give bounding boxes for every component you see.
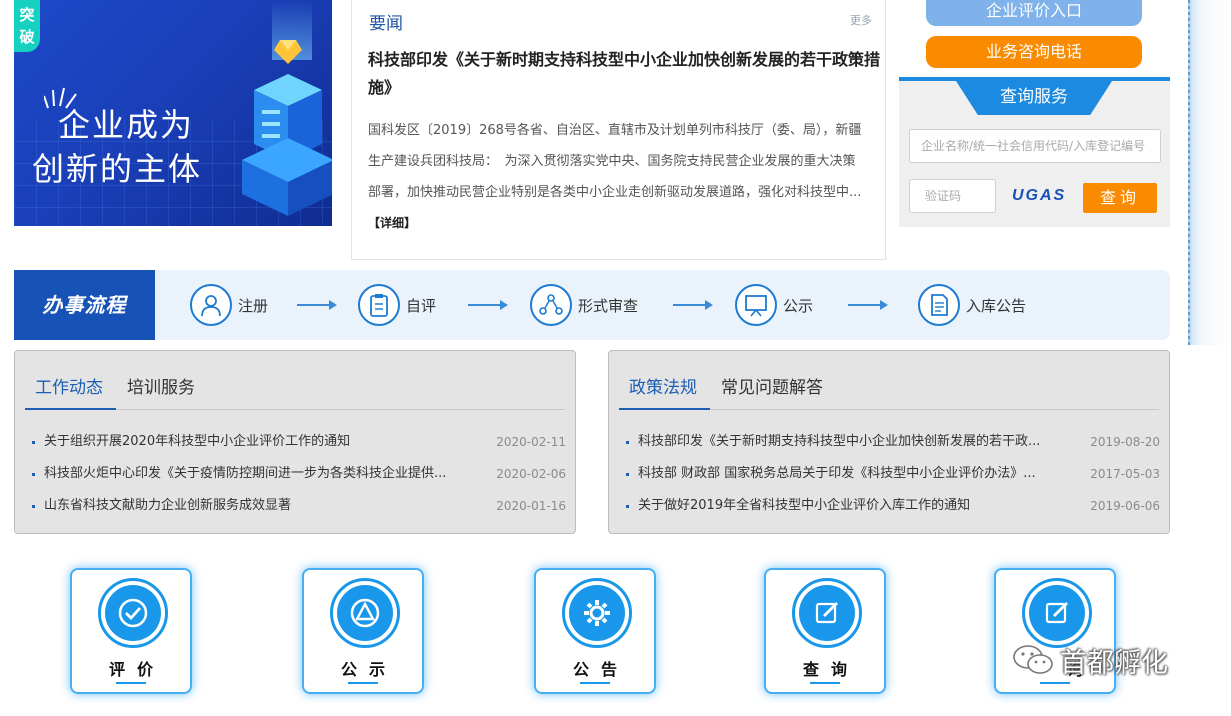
- service-label: 公告: [572, 660, 629, 679]
- list-item-title[interactable]: 关于组织开展2020年科技型中小企业评价工作的通知: [44, 429, 484, 455]
- query-service-panel: 查询服务 企业名称/统一社会信用代码/入库登记编号 验证码 UGAS 查询: [899, 77, 1170, 227]
- work-news-panel: 工作动态 培训服务 关于组织开展2020年科技型中小企业评价工作的通知 2020-…: [14, 350, 576, 534]
- list-item[interactable]: 科技部印发《关于新时期支持科技型中小企业加快创新发展的若干政... 2019-08…: [626, 429, 1160, 461]
- process-step-publicity[interactable]: 公示: [735, 284, 813, 326]
- process-arrow: [848, 300, 888, 310]
- service-label: 查询: [802, 660, 859, 679]
- list-item-title[interactable]: 关于做好2019年全省科技型中小企业评价入库工作的通知: [638, 493, 1078, 519]
- service-underline: [580, 682, 610, 684]
- gear-icon: [569, 585, 625, 641]
- list-item-date: 2019-06-06: [1090, 499, 1160, 513]
- policy-panel: 政策法规 常见问题解答 科技部印发《关于新时期支持科技型中小企业加快创新发展的若…: [608, 350, 1170, 534]
- list-item[interactable]: 科技部 财政部 国家税务总局关于印发《科技型中小企业评价办法》... 2017-0…: [626, 461, 1160, 493]
- wechat-watermark: 首都孵化: [1012, 640, 1168, 680]
- network-icon: [530, 284, 572, 326]
- process-arrow: [673, 300, 713, 310]
- news-panel: 要闻 更多 科技部印发《关于新时期支持科技型中小企业加快创新发展的若干政策措施》…: [351, 0, 886, 260]
- consult-phone-button[interactable]: 业务咨询电话: [926, 36, 1142, 68]
- query-button[interactable]: 查询: [1083, 183, 1157, 213]
- news-summary-text: 国科发区〔2019〕268号各省、自治区、直辖市及计划单列市科技厅（委、局），新…: [368, 123, 862, 200]
- service-icon-ring: [1022, 578, 1092, 648]
- process-title: 办事流程: [14, 270, 155, 340]
- news-detail-link[interactable]: 【详细】: [368, 216, 416, 230]
- isometric-tower-illustration: [242, 40, 332, 216]
- panel-tabs: 政策法规 常见问题解答: [619, 351, 1159, 410]
- news-headline-link[interactable]: 科技部印发《关于新时期支持科技型中小企业加快创新发展的若干政策措施》: [352, 46, 882, 102]
- service-underline: [116, 682, 146, 684]
- service-label: 评价: [108, 660, 165, 679]
- tab-work-news[interactable]: 工作动态: [35, 373, 103, 398]
- list-item-date: 2020-02-11: [496, 435, 566, 449]
- process-arrow: [297, 300, 337, 310]
- process-bar: 办事流程 注册 自评 形式审查 公示 入库公告: [14, 270, 1170, 340]
- right-edge-strip: [1188, 0, 1231, 345]
- check-icon: [105, 585, 161, 641]
- tab-training[interactable]: 培训服务: [127, 373, 195, 398]
- process-arrow: [468, 300, 508, 310]
- news-summary: 国科发区〔2019〕268号各省、自治区、直辖市及计划单列市科技厅（委、局），新…: [368, 115, 868, 239]
- service-underline: [810, 682, 840, 684]
- service-icon-ring: [792, 578, 862, 648]
- news-heading: 要闻: [369, 14, 403, 34]
- list-item-date: 2020-01-16: [496, 499, 566, 513]
- process-step-register[interactable]: 注册: [190, 284, 268, 326]
- list-item[interactable]: 关于组织开展2020年科技型中小企业评价工作的通知 2020-02-11: [32, 429, 566, 461]
- service-announcement-button[interactable]: 公告: [534, 568, 656, 694]
- wechat-icon: [1013, 645, 1053, 674]
- process-step-label: 注册: [238, 296, 269, 315]
- list-item-date: 2019-08-20: [1090, 435, 1160, 449]
- watermark-text: 首都孵化: [1060, 647, 1168, 679]
- announce-icon: [337, 585, 393, 641]
- news-more-link[interactable]: 更多: [850, 12, 872, 28]
- process-step-review[interactable]: 形式审查: [530, 284, 638, 326]
- process-step-label: 形式审查: [578, 296, 639, 315]
- list-item-title[interactable]: 山东省科技文献助力企业创新服务成效显著: [44, 493, 484, 519]
- list-item-title[interactable]: 科技部印发《关于新时期支持科技型中小企业加快创新发展的若干政...: [638, 429, 1078, 455]
- list-item[interactable]: 科技部火炬中心印发《关于疫情防控期间进一步为各类科技企业提供... 2020-02…: [32, 461, 566, 493]
- service-query-button[interactable]: 查询: [764, 568, 886, 694]
- banner-headline-2: 创新的主体: [32, 150, 203, 188]
- service-label: 公示: [340, 660, 397, 679]
- enterprise-eval-entry-button[interactable]: 企业评价入口: [926, 0, 1142, 26]
- active-tab-underline: [25, 408, 116, 410]
- banner-headline-1: 企业成为: [58, 106, 195, 144]
- process-step-announcement[interactable]: 入库公告: [918, 284, 1026, 326]
- list-item-date: 2020-02-06: [496, 467, 566, 481]
- service-icon-ring: [330, 578, 400, 648]
- service-eval-button[interactable]: 评价: [70, 568, 192, 694]
- list-item-title[interactable]: 科技部 财政部 国家税务总局关于印发《科技型中小企业评价办法》...: [638, 461, 1078, 487]
- service-icon-ring: [98, 578, 168, 648]
- service-underline: [1040, 682, 1070, 684]
- work-news-list: 关于组织开展2020年科技型中小企业评价工作的通知 2020-02-11 科技部火…: [32, 429, 566, 525]
- enterprise-search-input[interactable]: 企业名称/统一社会信用代码/入库登记编号: [909, 129, 1161, 163]
- process-step-self-eval[interactable]: 自评: [358, 284, 436, 326]
- process-step-label: 公示: [783, 296, 814, 315]
- hero-banner[interactable]: 突破 企业成为 创新的主体: [14, 0, 332, 226]
- edit-icon: [799, 585, 855, 641]
- service-icon-ring: [562, 578, 632, 648]
- user-icon: [190, 284, 232, 326]
- list-item[interactable]: 山东省科技文献助力企业创新服务成效显著 2020-01-16: [32, 493, 566, 525]
- service-underline: [348, 682, 378, 684]
- edit-icon: [1029, 585, 1085, 641]
- captcha-image[interactable]: UGAS: [1012, 187, 1066, 205]
- list-item-title[interactable]: 科技部火炬中心印发《关于疫情防控期间进一步为各类科技企业提供...: [44, 461, 484, 487]
- list-item-date: 2017-05-03: [1090, 467, 1160, 481]
- captcha-input[interactable]: 验证码: [909, 179, 996, 213]
- tab-faq[interactable]: 常见问题解答: [721, 373, 823, 398]
- process-step-label: 入库公告: [966, 296, 1027, 315]
- tab-policy[interactable]: 政策法规: [629, 373, 697, 398]
- list-item[interactable]: 关于做好2019年全省科技型中小企业评价入库工作的通知 2019-06-06: [626, 493, 1160, 525]
- process-step-label: 自评: [406, 296, 437, 315]
- presentation-icon: [735, 284, 777, 326]
- clipboard-icon: [358, 284, 400, 326]
- panel-tabs: 工作动态 培训服务: [25, 351, 565, 410]
- banner-tag: 突破: [14, 0, 40, 52]
- service-publicity-button[interactable]: 公示: [302, 568, 424, 694]
- document-icon: [918, 284, 960, 326]
- query-service-title: 查询服务: [956, 81, 1112, 115]
- policy-list: 科技部印发《关于新时期支持科技型中小企业加快创新发展的若干政... 2019-08…: [626, 429, 1160, 525]
- active-tab-underline: [619, 408, 710, 410]
